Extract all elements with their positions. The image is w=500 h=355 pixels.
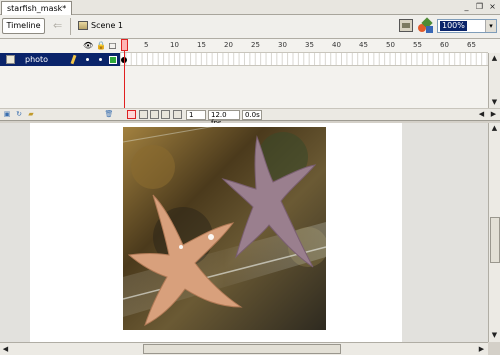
edit-bar: Timeline ⇐ Scene 1 100% ▾ xyxy=(0,15,500,39)
minimize-button[interactable]: _ xyxy=(461,1,472,12)
outline-color-icon[interactable] xyxy=(109,56,117,64)
lock-icon[interactable]: 🔒 xyxy=(96,41,106,50)
layer-row-photo[interactable]: photo xyxy=(0,53,120,66)
layer-name[interactable]: photo xyxy=(25,55,48,64)
insert-layer-icon[interactable]: ▣ xyxy=(2,110,12,119)
elapsed-time-field: 0.0s xyxy=(242,110,262,120)
frame-number: 60 xyxy=(440,41,449,49)
layer-list-empty xyxy=(0,66,120,108)
playhead-line xyxy=(124,51,125,108)
scroll-down-icon[interactable]: ▼ xyxy=(489,97,500,108)
scroll-right-icon[interactable]: ▶ xyxy=(476,344,487,355)
modify-onion-markers-icon[interactable] xyxy=(173,110,182,119)
insert-folder-icon[interactable]: ▰ xyxy=(26,110,36,119)
scroll-thumb-horizontal[interactable] xyxy=(143,344,341,354)
current-frame-field: 1 xyxy=(186,110,206,120)
edit-symbols-icon[interactable] xyxy=(418,17,433,33)
scroll-left-icon[interactable]: ◀ xyxy=(476,109,487,120)
frame-number: 30 xyxy=(278,41,287,49)
close-button[interactable]: × xyxy=(487,1,498,12)
layer-header: 👁 🔒 □ xyxy=(0,39,120,53)
add-motion-guide-icon[interactable]: ↻ xyxy=(14,110,24,119)
frame-number: 10 xyxy=(170,41,179,49)
delete-layer-icon[interactable]: 🗑 xyxy=(104,110,114,119)
frame-number: 20 xyxy=(224,41,233,49)
zoom-value[interactable]: 100% xyxy=(440,21,467,31)
edit-scene-icon[interactable] xyxy=(399,19,413,32)
stage-vertical-scrollbar[interactable]: ▲ ▼ xyxy=(488,123,500,342)
edit-multiple-frames-icon[interactable] xyxy=(161,110,170,119)
document-tab[interactable]: starfish_mask* xyxy=(1,1,73,15)
stage-horizontal-scrollbar[interactable]: ◀ ▶ xyxy=(0,342,488,355)
starfish-photo[interactable] xyxy=(123,127,326,330)
timeline-panel: 👁 🔒 □ 1 5 10 15 20 25 30 35 40 45 50 55 … xyxy=(0,39,500,127)
frame-ruler[interactable]: 1 5 10 15 20 25 30 35 40 45 50 55 60 65 xyxy=(120,39,488,53)
frames-row-photo[interactable] xyxy=(120,53,488,66)
frame-number: 35 xyxy=(305,41,314,49)
outline-icon[interactable]: □ xyxy=(108,41,117,50)
scene-icon xyxy=(78,21,88,30)
back-arrow-icon[interactable]: ⇐ xyxy=(53,20,65,32)
stage[interactable] xyxy=(30,123,402,342)
onion-skin-outlines-icon[interactable] xyxy=(150,110,159,119)
frame-number: 65 xyxy=(467,41,476,49)
scroll-thumb-vertical[interactable] xyxy=(490,217,500,263)
frame-number: 55 xyxy=(413,41,422,49)
frame-number: 40 xyxy=(332,41,341,49)
center-frame-icon[interactable] xyxy=(127,110,136,119)
frame-number: 50 xyxy=(386,41,395,49)
scroll-right-icon[interactable]: ▶ xyxy=(488,109,499,120)
playhead[interactable] xyxy=(121,39,128,51)
frames-empty xyxy=(120,66,488,108)
toolbar-separator xyxy=(70,18,71,35)
layer-icon xyxy=(6,55,15,64)
scrollbar-corner xyxy=(488,342,500,355)
zoom-dropdown[interactable]: 100% ▾ xyxy=(437,19,497,33)
frame-number: 25 xyxy=(251,41,260,49)
scroll-up-icon[interactable]: ▲ xyxy=(489,53,500,64)
pencil-icon xyxy=(70,54,77,65)
starfish-photo-graphic xyxy=(123,127,326,330)
frame-rate-field[interactable]: 12.0 fps xyxy=(208,110,240,127)
timeline-vertical-scrollbar[interactable]: ▲ ▼ xyxy=(488,53,500,108)
frame-number: 15 xyxy=(197,41,206,49)
scroll-up-icon[interactable]: ▲ xyxy=(489,123,500,134)
chevron-down-icon[interactable]: ▾ xyxy=(485,20,496,32)
workspace[interactable] xyxy=(0,123,488,342)
eye-icon[interactable]: 👁 xyxy=(83,41,93,50)
timeline-status-bar: ▣ ↻ ▰ 🗑 1 12.0 fps 0.0s ◀ ▶ xyxy=(0,108,500,127)
frame-number: 45 xyxy=(359,41,368,49)
restore-button[interactable]: ❐ xyxy=(474,1,485,12)
onion-skin-icon[interactable] xyxy=(139,110,148,119)
lock-dot-icon[interactable] xyxy=(99,58,102,61)
timeline-toggle-button[interactable]: Timeline xyxy=(2,18,45,34)
window-controls: _ ❐ × xyxy=(461,1,498,12)
document-tab-bar: starfish_mask* _ ❐ × xyxy=(0,0,500,15)
scene-label[interactable]: Scene 1 xyxy=(91,21,123,30)
scroll-left-icon[interactable]: ◀ xyxy=(0,344,11,355)
visibility-dot-icon[interactable] xyxy=(86,58,89,61)
frame-number: 5 xyxy=(144,41,149,49)
scroll-down-icon[interactable]: ▼ xyxy=(489,330,500,341)
